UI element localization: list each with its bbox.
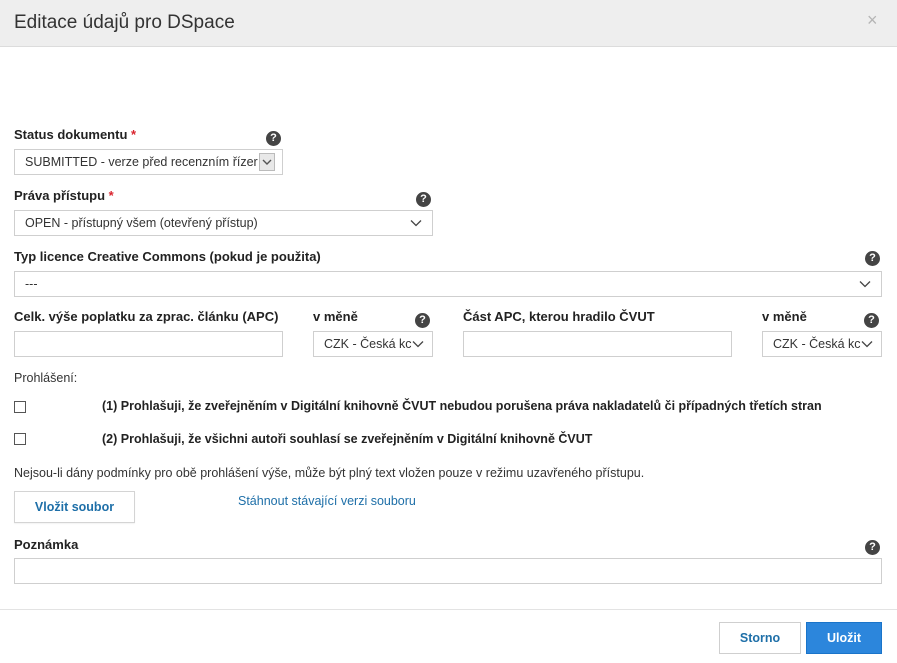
apc-total-label: Celk. výše poplatku za zprac. článku (AP… — [14, 309, 279, 324]
help-icon[interactable]: ? — [266, 131, 281, 146]
help-icon[interactable]: ? — [864, 313, 879, 328]
status-label: Status dokumentu * — [14, 127, 137, 142]
license-label: Typ licence Creative Commons (pokud je p… — [14, 249, 321, 264]
chevron-down-icon — [259, 153, 275, 171]
declarations-heading: Prohlášení: — [14, 371, 78, 385]
help-icon[interactable]: ? — [865, 251, 880, 266]
note-input[interactable] — [14, 558, 882, 584]
declarations-notice: Nejsou-li dány podmínky pro obě prohláše… — [14, 466, 645, 480]
note-label: Poznámka — [14, 537, 79, 552]
apc-total-input[interactable] — [14, 331, 283, 357]
apc-ctu-label: Část APC, kterou hradilo ČVUT — [463, 309, 655, 324]
access-label: Práva přístupu * — [14, 188, 114, 203]
required-mark: * — [108, 188, 114, 203]
chevron-down-icon — [410, 220, 422, 227]
status-select[interactable]: SUBMITTED - verze před recenzním řízer — [14, 149, 283, 175]
chevron-down-icon — [859, 281, 871, 288]
license-select-value: --- — [25, 277, 38, 291]
required-mark: * — [131, 127, 137, 142]
apc-total-currency-select[interactable]: CZK - Česká kc — [313, 331, 433, 357]
apc-ctu-input[interactable] — [463, 331, 732, 357]
dialog-header: Editace údajů pro DSpace × — [0, 0, 897, 47]
help-icon[interactable]: ? — [416, 192, 431, 207]
declaration-1-checkbox[interactable] — [14, 401, 26, 413]
cancel-button[interactable]: Storno — [719, 622, 801, 654]
chevron-down-icon — [412, 338, 424, 350]
help-icon[interactable]: ? — [415, 313, 430, 328]
save-button[interactable]: Uložit — [806, 622, 882, 654]
currency-select-value: CZK - Česká kc — [324, 337, 412, 351]
status-select-value: SUBMITTED - verze před recenzním řízer — [25, 155, 258, 169]
license-select[interactable]: --- — [14, 271, 882, 297]
declaration-2-label: (2) Prohlašuji, že všichni autoři souhla… — [102, 432, 593, 446]
currency-select-value: CZK - Česká kc — [773, 337, 861, 351]
dialog-title: Editace údajů pro DSpace — [14, 12, 235, 33]
apc-ctu-currency-select[interactable]: CZK - Česká kc — [762, 331, 882, 357]
declaration-2-checkbox[interactable] — [14, 433, 26, 445]
access-select-value: OPEN - přístupný všem (otevřený přístup) — [25, 216, 258, 230]
footer-divider — [0, 609, 897, 610]
close-icon[interactable]: × — [867, 10, 878, 31]
access-select[interactable]: OPEN - přístupný všem (otevřený přístup) — [14, 210, 433, 236]
apc-total-currency-label: v měně — [313, 309, 358, 324]
download-current-file-link[interactable]: Stáhnout stávající verzi souboru — [238, 494, 416, 508]
help-icon[interactable]: ? — [865, 540, 880, 555]
upload-file-button[interactable]: Vložit soubor — [14, 491, 135, 523]
chevron-down-icon — [861, 338, 873, 350]
apc-ctu-currency-label: v měně — [762, 309, 807, 324]
declaration-1-label: (1) Prohlašuji, že zveřejněním v Digitál… — [102, 399, 822, 413]
